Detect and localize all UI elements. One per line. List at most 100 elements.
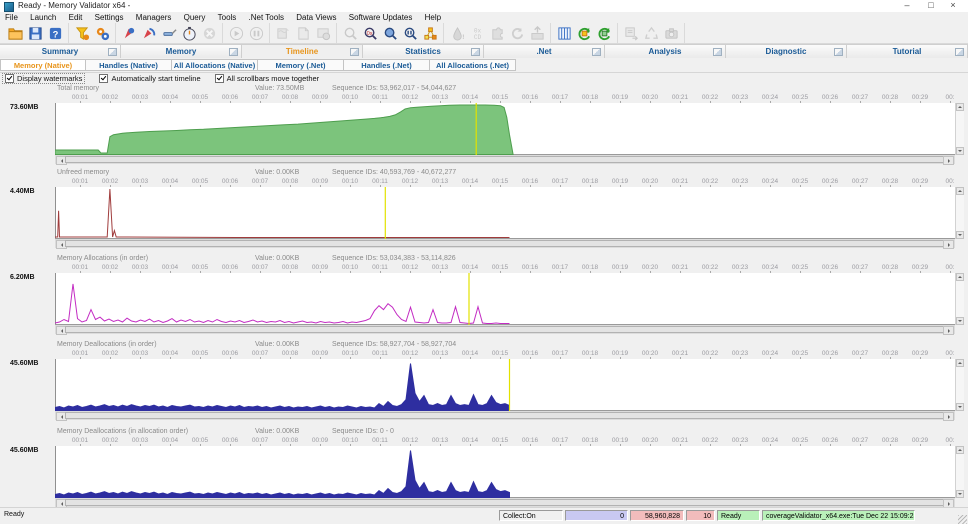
time-tick-label: 00:03 — [131, 350, 149, 357]
scroll-down-button[interactable] — [956, 403, 964, 411]
open-file-icon[interactable] — [6, 24, 24, 42]
tab-analysis[interactable]: Analysis — [605, 45, 726, 59]
menu-tools[interactable]: Tools — [213, 12, 242, 23]
scrollbar-thumb[interactable] — [65, 240, 945, 247]
scroll-up-button[interactable] — [956, 187, 964, 195]
chart-plot-area[interactable] — [55, 359, 955, 411]
minimize-button[interactable]: – — [896, 0, 918, 11]
subtab-handles-native[interactable]: Handles (Native) — [86, 59, 172, 71]
time-tick-label: 00:17 — [551, 94, 569, 101]
chart-header: Unfreed memory Value: 0.00KB Sequence ID… — [0, 168, 968, 178]
scroll-up-button[interactable] — [956, 103, 964, 111]
horizontal-scrollbar[interactable] — [55, 155, 955, 165]
scroll-down-button[interactable] — [956, 317, 964, 325]
scroll-up-button[interactable] — [956, 273, 964, 281]
subtab-memory-dotnet[interactable]: Memory (.Net) — [258, 59, 344, 71]
menu-software-updates[interactable]: Software Updates — [344, 12, 418, 23]
auto-start-timeline-checkbox[interactable]: Automatically start timeline — [99, 73, 201, 83]
tab-diagnostic[interactable]: Diagnostic — [726, 45, 847, 59]
subtab-all-allocations-native[interactable]: All Allocations (Native) — [172, 59, 258, 71]
tab-summary[interactable]: Summary — [0, 45, 121, 59]
scroll-right-button[interactable] — [943, 326, 954, 335]
scroll-up-button[interactable] — [956, 446, 964, 454]
menu-help[interactable]: Help — [420, 12, 446, 23]
horizontal-scrollbar[interactable] — [55, 411, 955, 421]
tab-timeline[interactable]: Timeline — [242, 45, 363, 59]
relaunch-icon[interactable] — [140, 24, 158, 42]
right-arrow-icon — [947, 501, 952, 506]
down-arrow-icon — [958, 493, 962, 497]
zoom-pause-icon[interactable] — [401, 24, 419, 42]
find-address-icon[interactable]: 0x — [361, 24, 379, 42]
subtab-all-allocations-dotnet[interactable]: All Allocations (.Net) — [430, 59, 516, 71]
scrollbars-together-checkbox[interactable]: All scrollbars move together — [214, 73, 319, 83]
menu-settings[interactable]: Settings — [90, 12, 129, 23]
maximize-button[interactable]: □ — [920, 0, 942, 11]
chart-memory-deallocations-in-allocation-order: Memory Deallocations (in allocation orde… — [0, 427, 968, 508]
inject-icon[interactable] — [160, 24, 178, 42]
scroll-down-button[interactable] — [956, 231, 964, 239]
subtab-memory-native[interactable]: Memory (Native) — [0, 59, 86, 71]
wait-for-app-icon[interactable] — [180, 24, 198, 42]
scroll-up-button[interactable] — [956, 359, 964, 367]
chart-plot-area[interactable] — [55, 446, 955, 498]
display-watermarks-checkbox[interactable]: Display watermarks — [2, 72, 86, 84]
save-session-icon[interactable] — [26, 24, 44, 42]
close-button[interactable]: × — [942, 0, 964, 11]
resize-grip[interactable] — [958, 515, 967, 524]
up-arrow-icon — [958, 360, 962, 364]
export-icon — [622, 24, 640, 42]
help-icon[interactable]: ? — [46, 24, 64, 42]
hotspots-icon[interactable] — [421, 24, 439, 42]
horizontal-scrollbar[interactable] — [55, 498, 955, 508]
scrollbar-thumb[interactable] — [65, 326, 945, 333]
time-tick-label: 00:19 — [611, 437, 629, 444]
toolbar-group: ! 0x CD — [444, 23, 551, 43]
launch-icon[interactable] — [120, 24, 138, 42]
time-tick-label: 00:01 — [71, 264, 89, 271]
chart-plot-area[interactable] — [55, 187, 955, 239]
vertical-scrollbar[interactable] — [955, 187, 964, 239]
refresh-timeline-icon[interactable] — [575, 24, 593, 42]
tab-dotnet[interactable]: .Net — [484, 45, 605, 59]
zoom-allocations-icon[interactable] — [381, 24, 399, 42]
refresh-all-icon[interactable] — [595, 24, 613, 42]
chart-plot-area[interactable] — [55, 103, 955, 155]
scroll-right-button[interactable] — [943, 156, 954, 165]
time-tick-label: 00:04 — [161, 94, 179, 101]
vertical-scrollbar[interactable] — [955, 446, 964, 498]
time-tick-label: 00:11 — [372, 94, 388, 101]
time-tick-label: 00:02 — [101, 178, 119, 185]
status-session-info: coverageValidator_x64.exe:Tue Dec 22 15:… — [762, 510, 915, 521]
chart-plot-area[interactable] — [55, 273, 955, 325]
add-bookmark-icon — [294, 24, 312, 42]
vertical-scrollbar[interactable] — [955, 273, 964, 325]
menu-net-tools[interactable]: .Net Tools — [244, 12, 289, 23]
scroll-right-button[interactable] — [943, 412, 954, 421]
settings-icon[interactable] — [93, 24, 111, 42]
tab-tutorial[interactable]: Tutorial — [847, 45, 968, 59]
menu-file[interactable]: File — [0, 12, 23, 23]
menu-launch[interactable]: Launch — [25, 12, 61, 23]
tab-memory[interactable]: Memory — [121, 45, 242, 59]
horizontal-scrollbar[interactable] — [55, 239, 955, 249]
menu-edit[interactable]: Edit — [64, 12, 88, 23]
menu-data-views[interactable]: Data Views — [291, 12, 341, 23]
display-settings-icon[interactable] — [555, 24, 573, 42]
tab-statistics[interactable]: Statistics — [363, 45, 484, 59]
menu-query[interactable]: Query — [179, 12, 211, 23]
scrollbar-thumb[interactable] — [65, 499, 945, 506]
vertical-scrollbar[interactable] — [955, 103, 964, 155]
display-filter-icon[interactable] — [73, 24, 91, 42]
scrollbar-thumb[interactable] — [65, 412, 945, 419]
scroll-down-button[interactable] — [956, 490, 964, 498]
subtab-handles-dotnet[interactable]: Handles (.Net) — [344, 59, 430, 71]
horizontal-scrollbar[interactable] — [55, 325, 955, 335]
scrollbar-thumb[interactable] — [65, 156, 945, 163]
tab-corner-icon — [955, 48, 964, 56]
scroll-down-button[interactable] — [956, 147, 964, 155]
time-tick-label: 00:26 — [821, 350, 839, 357]
menu-managers[interactable]: Managers — [131, 12, 177, 23]
scroll-right-button[interactable] — [943, 240, 954, 249]
vertical-scrollbar[interactable] — [955, 359, 964, 411]
